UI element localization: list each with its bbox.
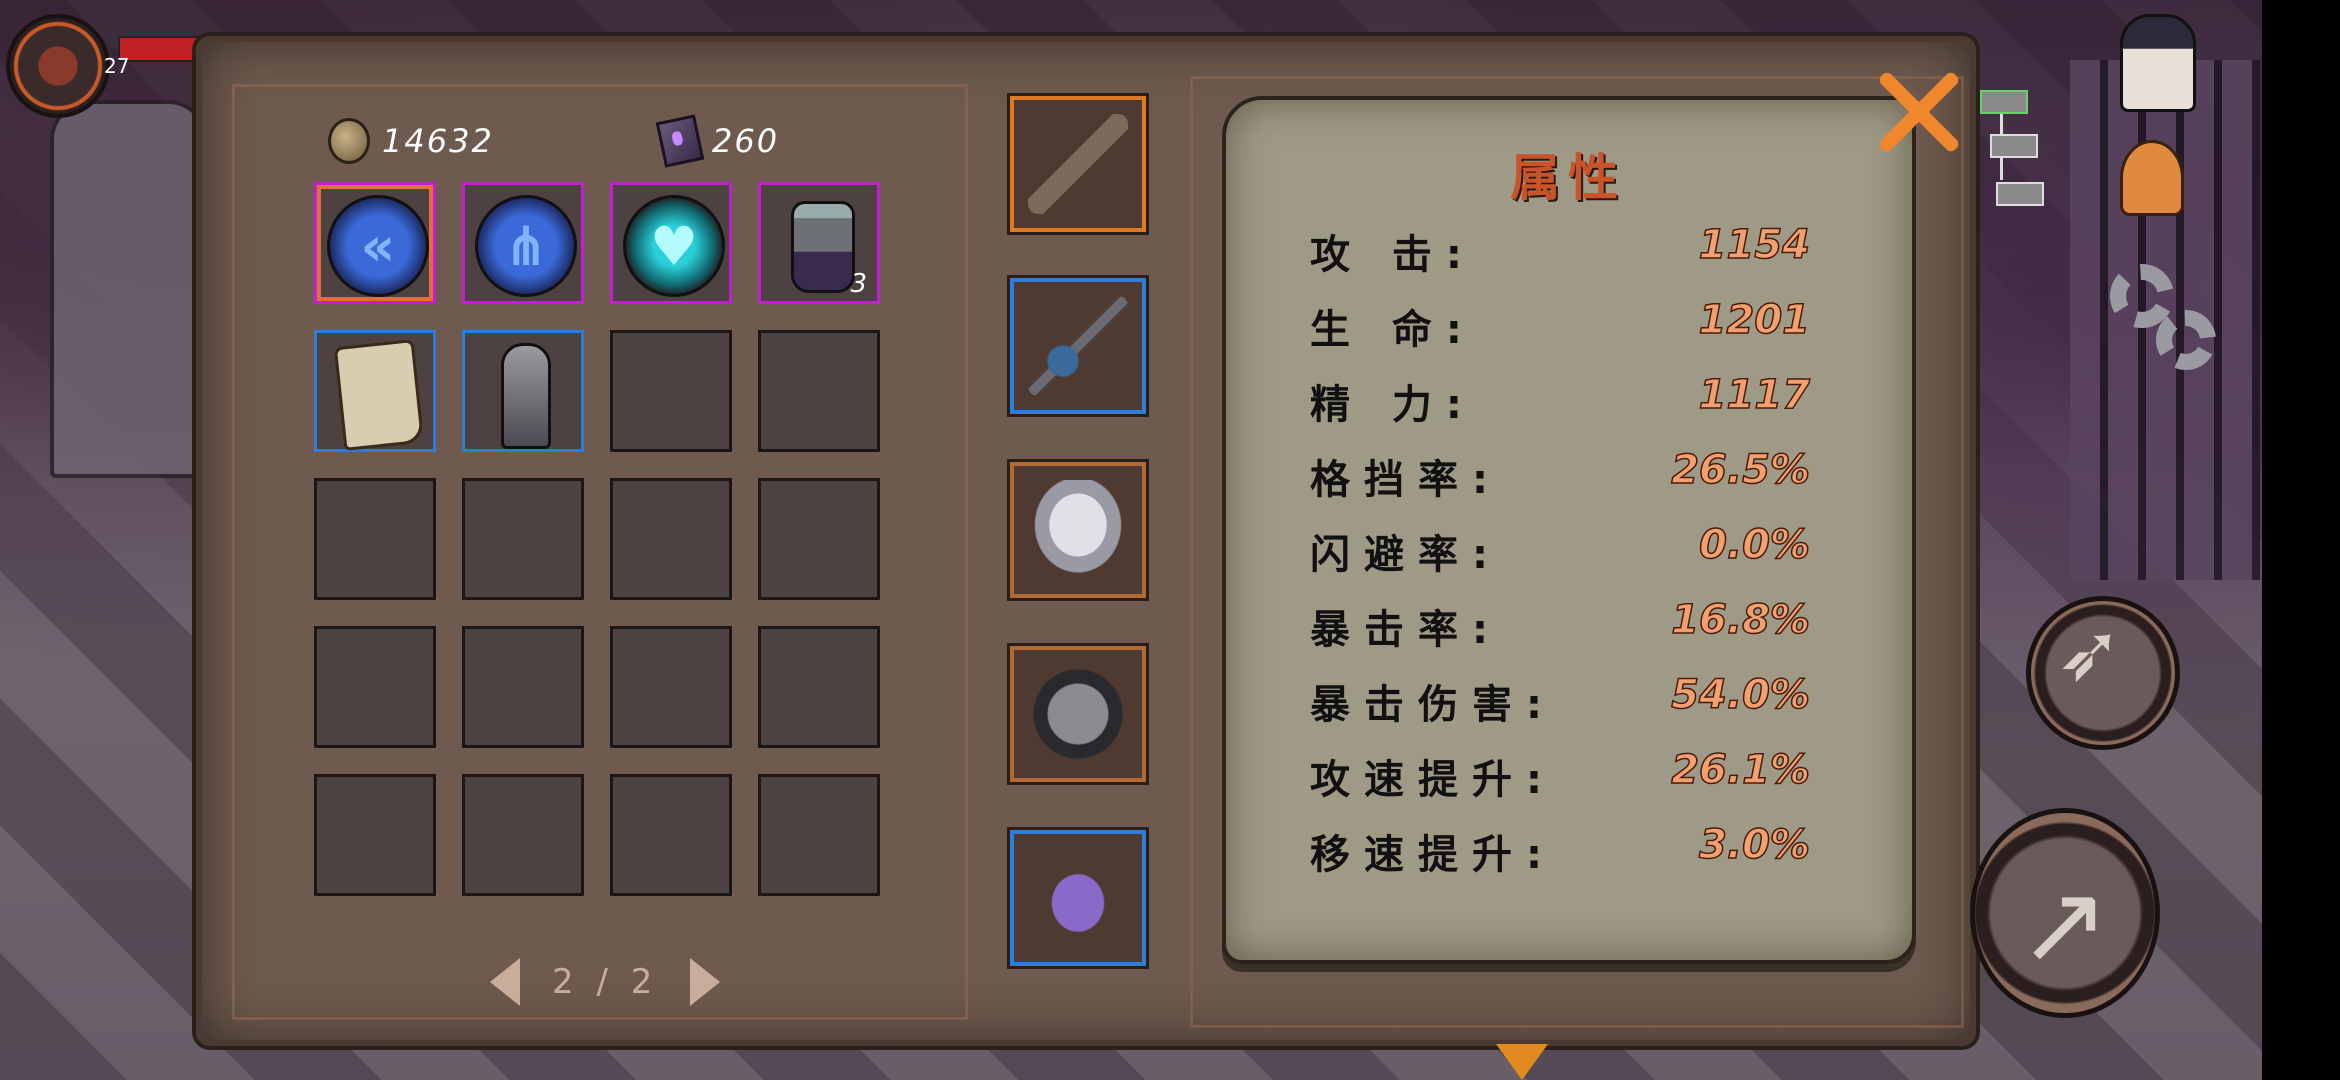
minimap-room xyxy=(1996,182,2044,206)
stat-row: 攻速提升: 26.1% xyxy=(1310,746,1811,807)
inventory-slot-5[interactable] xyxy=(314,330,436,452)
chevron-right-icon[interactable] xyxy=(690,958,721,1006)
spear-attack-icon: ↗ xyxy=(2018,860,2111,988)
stat-label: 攻速提升: xyxy=(1310,757,1556,803)
inventory-slot-9[interactable] xyxy=(314,478,436,600)
inventory-slot-2[interactable]: ⋔ xyxy=(462,182,584,304)
inventory-slot-17[interactable] xyxy=(314,774,436,896)
inventory-slot-6[interactable] xyxy=(462,330,584,452)
scroll-icon xyxy=(333,339,425,451)
inventory-slot-10[interactable] xyxy=(462,478,584,600)
stat-row: 攻 击: 1154 xyxy=(1310,221,1811,282)
tome-icon xyxy=(655,114,705,168)
stat-label: 暴击率: xyxy=(1310,607,1502,653)
armor-icon xyxy=(1028,664,1128,764)
hero-portrait-icon[interactable] xyxy=(2120,14,2196,112)
equip-slot-feet[interactable] xyxy=(1010,830,1146,966)
inventory-slot-8[interactable] xyxy=(758,330,880,452)
stat-label: 暴击伤害: xyxy=(1310,682,1556,728)
mask-icon xyxy=(1028,480,1128,580)
inventory-slot-13[interactable] xyxy=(314,626,436,748)
stat-row: 闪避率: 0.0% xyxy=(1310,521,1811,582)
stat-row: 暴击伤害: 54.0% xyxy=(1310,671,1811,732)
inventory-slot-11[interactable] xyxy=(610,478,732,600)
stat-value: 0.0% xyxy=(1698,521,1810,569)
inventory-slot-18[interactable] xyxy=(462,774,584,896)
tome-amount: 260 xyxy=(712,122,780,160)
stats-title: 属性 xyxy=(1510,149,1626,207)
inventory-slot-14[interactable] xyxy=(462,626,584,748)
bell-icon[interactable] xyxy=(2120,140,2184,216)
stat-value: 26.5% xyxy=(1670,446,1810,494)
stat-row: 生 命: 1201 xyxy=(1310,296,1811,357)
stat-value: 26.1% xyxy=(1670,746,1810,794)
chevron-rune-icon: « xyxy=(327,195,429,297)
spear-icon xyxy=(1028,114,1128,214)
inventory-slot-16[interactable] xyxy=(758,626,880,748)
stat-label: 移速提升: xyxy=(1310,832,1556,878)
potion-jar-icon xyxy=(791,201,855,293)
player-level: 27 xyxy=(104,54,130,78)
boots-icon xyxy=(1028,848,1128,948)
stat-value: 1201 xyxy=(1698,296,1811,344)
close-icon[interactable] xyxy=(1870,64,1966,160)
branch-rune-icon: ⋔ xyxy=(475,195,577,297)
inventory-pager: 2 / 2 xyxy=(490,958,721,1006)
tome-counter: 260 xyxy=(655,114,780,168)
inventory-slot-3[interactable]: ♥ xyxy=(610,182,732,304)
gear-icon[interactable] xyxy=(2110,264,2220,374)
coin-amount: 14632 xyxy=(382,122,494,160)
stat-row: 格挡率: 26.5% xyxy=(1310,446,1811,507)
stat-label: 格挡率: xyxy=(1310,457,1502,503)
inventory-slot-4[interactable]: 3 xyxy=(758,182,880,304)
mace-icon xyxy=(1028,296,1128,396)
item-count: 3 xyxy=(850,269,867,299)
stat-value: 1117 xyxy=(1698,371,1811,419)
screen-letterbox xyxy=(2262,0,2340,1080)
statue-icon xyxy=(501,343,551,449)
coin-icon xyxy=(328,118,370,164)
stat-label: 攻 击: xyxy=(1310,232,1476,278)
background-wardrobe xyxy=(50,100,208,478)
stat-value: 1154 xyxy=(1698,221,1811,269)
inventory-slot-20[interactable] xyxy=(758,774,880,896)
equip-slot-weapon[interactable] xyxy=(1010,96,1146,232)
player-avatar-icon[interactable] xyxy=(6,14,110,118)
equip-slot-offhand[interactable] xyxy=(1010,278,1146,414)
stat-row: 精 力: 1117 xyxy=(1310,371,1811,432)
heart-rune-icon: ♥ xyxy=(623,195,725,297)
stat-label: 精 力: xyxy=(1310,382,1476,428)
inventory-slot-12[interactable] xyxy=(758,478,880,600)
page-indicator: 2 / 2 xyxy=(552,962,659,1002)
coin-counter: 14632 xyxy=(328,118,494,164)
inventory-slot-15[interactable] xyxy=(610,626,732,748)
stat-row: 移速提升: 3.0% xyxy=(1310,821,1811,882)
stat-value: 3.0% xyxy=(1698,821,1810,869)
inventory-slot-1[interactable]: « xyxy=(314,182,436,304)
stat-value: 16.8% xyxy=(1670,596,1810,644)
equip-slot-head[interactable] xyxy=(1010,462,1146,598)
stat-value: 54.0% xyxy=(1670,671,1810,719)
dash-arrow-icon: ➶ xyxy=(2056,606,2124,699)
inventory-slot-7[interactable] xyxy=(610,330,732,452)
stat-label: 闪避率: xyxy=(1310,532,1502,578)
minimap-room xyxy=(1990,134,2038,158)
minimap-room xyxy=(1980,90,2028,114)
stat-label: 生 命: xyxy=(1310,307,1476,353)
chevron-left-icon[interactable] xyxy=(490,958,520,1006)
inventory-slot-19[interactable] xyxy=(610,774,732,896)
minimap[interactable] xyxy=(1976,86,2050,206)
equip-slot-chest[interactable] xyxy=(1010,646,1146,782)
stat-row: 暴击率: 16.8% xyxy=(1310,596,1811,657)
